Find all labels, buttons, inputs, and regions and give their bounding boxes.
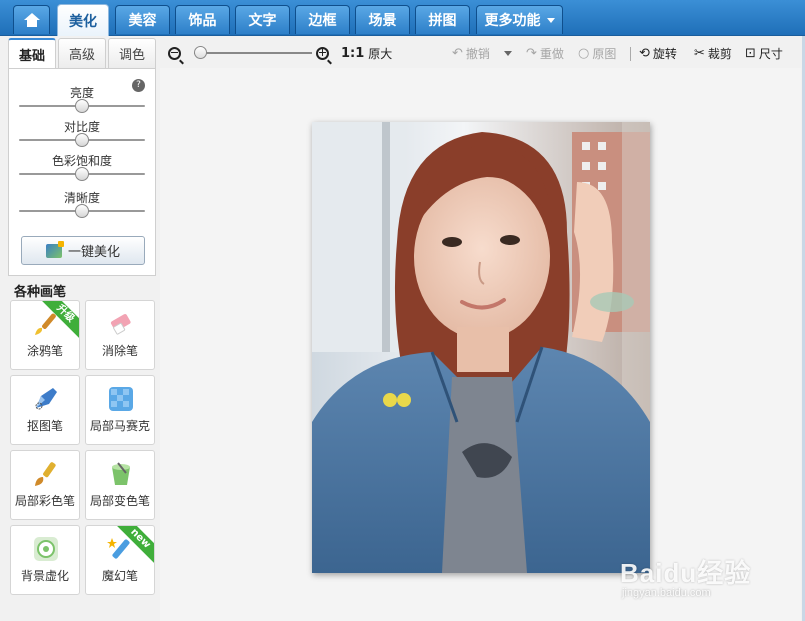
- brush-local-recolor[interactable]: 局部变色笔: [85, 450, 155, 520]
- brush-label: 涂鸦笔: [26, 344, 63, 358]
- brush-label: 背景虚化: [20, 569, 69, 583]
- crop-button[interactable]: ✂ 裁剪: [694, 44, 732, 62]
- saturation-slider[interactable]: [19, 167, 145, 181]
- chevron-down-icon: [546, 17, 555, 23]
- scissors-icon: ✂: [694, 45, 705, 61]
- zoom-out-icon: [168, 46, 181, 60]
- brush-label: 消除笔: [101, 344, 138, 358]
- sharpness-slider[interactable]: [19, 204, 145, 218]
- rotate-label: 旋转: [652, 46, 677, 61]
- rotate-icon: ⟲: [639, 45, 650, 61]
- sharpness-slider-knob[interactable]: [75, 204, 89, 218]
- brightness-slider[interactable]: [19, 99, 145, 113]
- eraser-icon: [110, 314, 131, 335]
- resize-label: 尺寸: [758, 46, 783, 61]
- redo-icon: ↷: [526, 45, 537, 61]
- zoom-slider[interactable]: [193, 46, 312, 59]
- brush-mosaic[interactable]: 局部马赛克: [85, 375, 155, 445]
- watermark-main-text: Baidu经验: [620, 558, 752, 588]
- brush-label: 局部马赛克: [89, 419, 150, 433]
- sharpness-slider-group: 清晰度: [19, 190, 145, 218]
- subtab-color[interactable]: 调色: [108, 38, 156, 68]
- watermark-url-text: jingyan.baidu.com: [622, 587, 711, 599]
- original-image-button[interactable]: ○ 原图: [578, 44, 616, 62]
- brush-label: 魔幻笔: [101, 569, 138, 583]
- redo-button[interactable]: ↷ 重做: [526, 44, 564, 62]
- adjust-subtabs: 基础 高级 调色: [8, 38, 156, 68]
- undo-label: 撤销: [465, 46, 490, 61]
- color-brush-icon: [35, 462, 56, 486]
- original-size-button[interactable]: 1:1 原大: [341, 44, 392, 62]
- tab-text[interactable]: 文字: [235, 5, 290, 34]
- portrait-photo: [312, 122, 650, 573]
- zoom-slider-knob[interactable]: [193, 46, 207, 59]
- original-image-label: 原图: [592, 46, 617, 61]
- undo-dropdown-icon[interactable]: [503, 50, 512, 56]
- tab-border[interactable]: 边框: [295, 5, 350, 34]
- zoom-in-button[interactable]: [316, 44, 329, 62]
- crop-label: 裁剪: [707, 46, 732, 61]
- brush-background-blur[interactable]: 背景虚化: [10, 525, 80, 595]
- mosaic-icon: [109, 387, 133, 411]
- brightness-slider-knob[interactable]: [75, 99, 89, 113]
- top-nav: 美化 美容 饰品 文字 边框 场景 拼图 更多功能: [0, 0, 805, 36]
- resize-button[interactable]: ⊡ 尺寸: [745, 44, 783, 62]
- brush-section-title: 各种画笔: [14, 285, 67, 300]
- brightness-slider-group: 亮度: [19, 85, 145, 113]
- tab-collage[interactable]: 拼图: [415, 5, 470, 34]
- edit-toolbar: 1:1 原大 ↶ 撤销 ↷ 重做 ○ 原图 ⟲ 旋转 ✂ 裁剪 ⊡ 尺寸: [160, 38, 805, 68]
- brush-label: 局部变色笔: [89, 494, 150, 508]
- home-icon: [23, 13, 40, 27]
- toolbar-divider: [630, 47, 631, 61]
- zoom-in-icon: [316, 46, 329, 60]
- tab-beauty[interactable]: 美容: [115, 5, 170, 34]
- tab-more-features[interactable]: 更多功能: [476, 5, 563, 34]
- redo-label: 重做: [539, 46, 564, 61]
- subtab-basic[interactable]: 基础: [8, 38, 56, 68]
- rotate-button[interactable]: ⟲ 旋转: [639, 44, 677, 62]
- brush-label: 抠图笔: [26, 419, 63, 433]
- original-size-label: 原大: [368, 46, 393, 61]
- undo-icon: ↶: [452, 45, 463, 61]
- ratio-label: 1:1: [341, 45, 365, 61]
- saturation-slider-group: 色彩饱和度: [19, 153, 145, 181]
- contrast-slider-knob[interactable]: [75, 133, 89, 147]
- blur-icon: [34, 537, 58, 561]
- more-features-label: 更多功能: [484, 13, 541, 29]
- brush-cutout[interactable]: 抠图笔: [10, 375, 80, 445]
- brush-magic[interactable]: new 魔幻笔: [85, 525, 155, 595]
- paint-bucket-icon: [112, 462, 130, 485]
- one-click-beautify-button[interactable]: 一键美化: [21, 236, 145, 265]
- brush-doodle[interactable]: 升级 涂鸦笔: [10, 300, 80, 370]
- home-tab[interactable]: [13, 5, 50, 34]
- contrast-slider-group: 对比度: [19, 119, 145, 147]
- tab-accessories[interactable]: 饰品: [175, 5, 230, 34]
- cutout-pen-icon: [35, 388, 57, 410]
- zoom-out-button[interactable]: [168, 44, 181, 62]
- resize-icon: ⊡: [745, 45, 756, 61]
- one-click-beautify-label: 一键美化: [67, 245, 120, 260]
- magic-wand-icon: [45, 240, 64, 258]
- brush-local-color[interactable]: 局部彩色笔: [10, 450, 80, 520]
- undo-button[interactable]: ↶ 撤销: [452, 44, 512, 62]
- contrast-slider[interactable]: [19, 133, 145, 147]
- tab-beautify[interactable]: 美化: [57, 4, 109, 36]
- baidu-watermark: Baidu经验 jingyan.baidu.com: [620, 535, 770, 605]
- brush-label: 局部彩色笔: [14, 494, 75, 508]
- tab-scene[interactable]: 场景: [355, 5, 410, 34]
- original-image-icon: ○: [578, 45, 590, 61]
- basic-adjust-panel: ? 亮度 对比度 色彩饱和度 清晰度 一键美化: [8, 68, 156, 276]
- brush-eraser[interactable]: 消除笔: [85, 300, 155, 370]
- saturation-slider-knob[interactable]: [75, 167, 89, 181]
- subtab-advanced[interactable]: 高级: [58, 38, 106, 68]
- edited-photo[interactable]: [312, 122, 650, 573]
